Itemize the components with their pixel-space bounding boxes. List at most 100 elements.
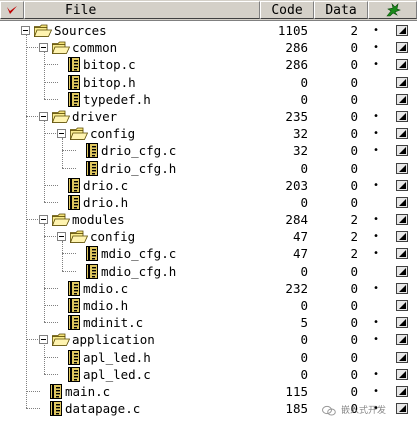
tree-item-name[interactable]: modules: [72, 211, 125, 228]
tree-item-name[interactable]: drio.h: [83, 194, 128, 211]
tree-file-row[interactable]: bitop.h 0 0: [0, 74, 417, 91]
tree-branch-line: [44, 52, 45, 99]
include-checkbox[interactable]: [396, 334, 408, 346]
include-checkbox[interactable]: [396, 110, 408, 122]
include-checkbox[interactable]: [396, 25, 408, 36]
include-checkbox[interactable]: [396, 59, 408, 71]
build-dot-icon: •: [373, 385, 380, 397]
include-checkbox[interactable]: [396, 385, 408, 397]
file-column-header[interactable]: File: [24, 1, 260, 19]
tree-connector: [62, 167, 76, 169]
collapse-toggle-icon[interactable]: [57, 129, 66, 139]
tree-item-name[interactable]: apl_led.c: [83, 366, 151, 383]
data-size-value: 2: [350, 229, 358, 245]
tree-item-name[interactable]: application: [72, 331, 155, 348]
collapse-toggle-icon[interactable]: [57, 232, 66, 242]
include-checkbox[interactable]: [396, 128, 408, 140]
tree-connector: [44, 184, 58, 186]
include-checkbox[interactable]: [396, 179, 408, 191]
code-column-header[interactable]: Code: [260, 1, 314, 19]
include-checkbox[interactable]: [396, 231, 408, 243]
tree-folder-row[interactable]: modules 284 2 •: [0, 211, 417, 228]
tree-item-name[interactable]: bitop.h: [83, 74, 136, 91]
file-icon: [68, 315, 80, 331]
include-checkbox[interactable]: [396, 300, 408, 311]
data-column-header[interactable]: Data: [314, 1, 368, 19]
file-icon: [68, 57, 80, 73]
build-dot-icon: •: [373, 145, 380, 157]
include-checkbox[interactable]: [396, 282, 408, 294]
tree-connector: [44, 98, 58, 100]
include-checkbox[interactable]: [396, 214, 408, 226]
tree-item-name[interactable]: common: [72, 39, 117, 56]
tree-item-name[interactable]: mdio.c: [83, 280, 128, 297]
tree-item-name[interactable]: mdio_cfg.c: [101, 245, 176, 262]
code-size-value: 0: [300, 194, 308, 210]
tree-item-name[interactable]: main.c: [65, 383, 110, 400]
data-size-value: 0: [350, 194, 358, 210]
include-checkbox[interactable]: [396, 403, 408, 415]
check-column-header[interactable]: [0, 1, 24, 19]
tree-file-row[interactable]: mdio.h 0 0: [0, 297, 417, 314]
file-icon: [50, 383, 62, 399]
tree-item-name[interactable]: config: [90, 228, 135, 245]
collapse-toggle-icon[interactable]: [39, 335, 48, 345]
tree-file-row[interactable]: drio.h 0 0: [0, 194, 417, 211]
tree-item-name[interactable]: drio.c: [83, 177, 128, 194]
tree-file-row[interactable]: bitop.c 286 0 •: [0, 56, 417, 73]
column-header: File Code Data: [0, 0, 417, 21]
include-checkbox[interactable]: [396, 351, 408, 363]
tree-item-name[interactable]: datapage.c: [65, 400, 140, 417]
include-checkbox[interactable]: [396, 317, 408, 329]
include-checkbox[interactable]: [396, 76, 408, 88]
tree-folder-row[interactable]: common 286 0 •: [0, 39, 417, 56]
collapse-toggle-icon[interactable]: [39, 111, 48, 121]
tree-item-name[interactable]: mdio_cfg.h: [101, 263, 176, 280]
include-checkbox[interactable]: [396, 196, 408, 208]
tree-file-row[interactable]: apl_led.h 0 0: [0, 349, 417, 366]
tree-item-name[interactable]: drio_cfg.h: [101, 160, 176, 177]
tree-folder-row[interactable]: Sources 1105 2 •: [0, 22, 417, 39]
include-checkbox[interactable]: [396, 42, 408, 54]
flag-column-header[interactable]: [368, 1, 417, 19]
folder-icon: [51, 41, 71, 55]
data-size-value: 0: [350, 126, 358, 142]
code-size-value: 0: [300, 263, 308, 279]
tree-item-name[interactable]: config: [90, 125, 135, 142]
include-checkbox[interactable]: [396, 368, 408, 380]
tree-file-row[interactable]: mdinit.c 5 0 •: [0, 314, 417, 331]
tree-item-name[interactable]: drio_cfg.c: [101, 142, 176, 159]
build-dot-icon: •: [373, 42, 380, 54]
collapse-toggle-icon[interactable]: [39, 43, 48, 53]
tree-file-row[interactable]: typedef.h 0 0: [0, 91, 417, 108]
code-size-value: 0: [300, 298, 308, 313]
tree-connector: [26, 115, 40, 117]
include-checkbox[interactable]: [396, 93, 408, 105]
tree-connector: [26, 47, 40, 49]
collapse-toggle-icon[interactable]: [21, 26, 30, 35]
tree-item-name[interactable]: apl_led.h: [83, 349, 151, 366]
build-dot-icon: •: [373, 59, 380, 71]
include-checkbox[interactable]: [396, 162, 408, 174]
tree-folder-row[interactable]: application 0 0 •: [0, 331, 417, 348]
folder-icon: [69, 127, 89, 141]
tree-item-name[interactable]: Sources: [54, 22, 107, 39]
tree-file-row[interactable]: mdio.c 232 0 •: [0, 280, 417, 297]
tree-item-name[interactable]: driver: [72, 108, 117, 125]
include-checkbox[interactable]: [396, 145, 408, 157]
build-dot-icon: •: [373, 334, 380, 346]
tree-folder-row[interactable]: driver 235 0 •: [0, 108, 417, 125]
tree-connector: [26, 390, 40, 392]
tree-file-row[interactable]: apl_led.c 0 0 •: [0, 366, 417, 383]
include-checkbox[interactable]: [396, 248, 408, 260]
build-dot-icon: •: [373, 368, 380, 380]
tree-item-name[interactable]: mdio.h: [83, 297, 128, 314]
tree-file-row[interactable]: drio.c 203 0 •: [0, 177, 417, 194]
data-size-value: 0: [350, 263, 358, 279]
tree-file-row[interactable]: main.c 115 0 •: [0, 383, 417, 400]
include-checkbox[interactable]: [396, 265, 408, 277]
tree-item-name[interactable]: typedef.h: [83, 91, 151, 108]
collapse-toggle-icon[interactable]: [39, 215, 48, 225]
tree-item-name[interactable]: bitop.c: [83, 56, 136, 73]
tree-item-name[interactable]: mdinit.c: [83, 314, 143, 331]
